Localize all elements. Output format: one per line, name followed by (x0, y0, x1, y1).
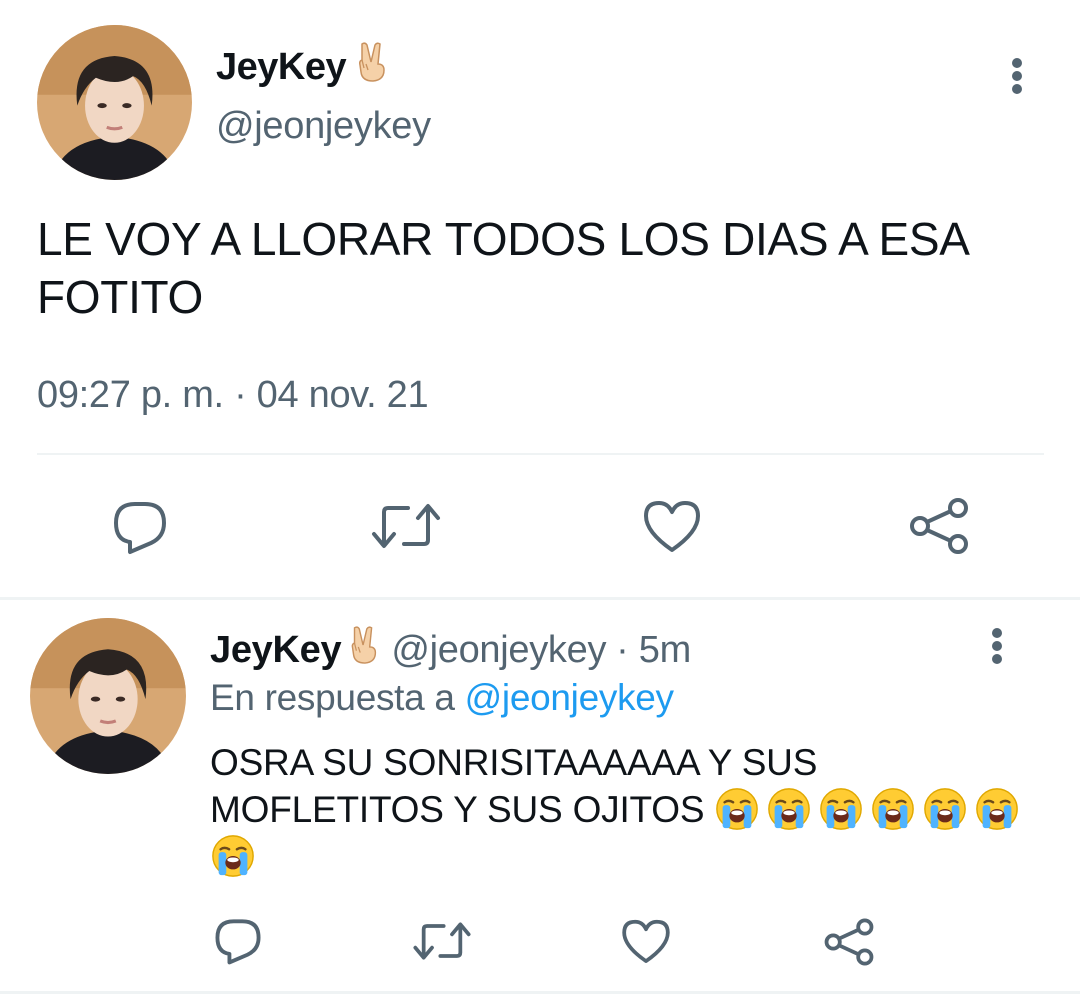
share-icon (910, 498, 968, 554)
reply-icon (114, 502, 166, 554)
profile-photo (37, 25, 192, 180)
avatar[interactable] (37, 25, 192, 180)
retweet-button[interactable] (370, 500, 442, 552)
loudly-crying-face-icon (818, 786, 864, 832)
display-name-text[interactable]: JeyKey (210, 629, 342, 672)
divider (0, 991, 1080, 994)
divider (37, 453, 1044, 455)
avatar[interactable] (30, 618, 186, 774)
more-options-icon[interactable] (1005, 58, 1029, 94)
display-name[interactable]: JeyKey (216, 40, 392, 94)
share-button[interactable] (908, 496, 970, 556)
retweet-icon (413, 922, 471, 960)
heart-icon (622, 919, 670, 964)
reply-button[interactable] (212, 916, 264, 966)
retweet-button[interactable] (412, 918, 472, 964)
loudly-crying-face-icon (714, 786, 760, 832)
tweet-text: LE VOY A LLORAR TODOS LOS DIAS A ESA FOT… (37, 213, 968, 323)
like-button[interactable] (640, 497, 704, 555)
tweet-age: · 5m (616, 628, 691, 671)
user-handle[interactable]: @jeonjeykey (216, 105, 431, 148)
share-button[interactable] (823, 916, 875, 968)
mention-link[interactable]: @jeonjeykey (465, 677, 674, 718)
reply-button[interactable] (108, 498, 172, 556)
divider (0, 597, 1080, 600)
loudly-crying-face-icon (210, 833, 256, 879)
reply-header: JeyKey @jeonjeykey · 5m (210, 624, 691, 676)
victory-hand-icon (345, 624, 383, 676)
loudly-crying-face-icon (870, 786, 916, 832)
victory-hand-icon (352, 40, 392, 94)
display-name-text: JeyKey (216, 45, 347, 88)
like-button[interactable] (620, 916, 672, 966)
more-options-icon[interactable] (985, 628, 1009, 664)
profile-photo (30, 618, 186, 774)
reply-icon (215, 919, 261, 965)
retweet-icon (372, 504, 440, 548)
heart-icon (644, 501, 700, 552)
replying-to: En respuesta a @jeonjeykey (210, 677, 674, 719)
loudly-crying-face-icon (974, 786, 1020, 832)
reply-text: OSRA SU SONRISITAAAAAA Y SUS MOFLETITOS … (210, 740, 1030, 880)
replying-prefix: En respuesta a (210, 677, 455, 718)
user-handle[interactable]: @jeonjeykey (391, 629, 606, 672)
share-icon (824, 918, 874, 966)
loudly-crying-face-icon (766, 786, 812, 832)
tweet-timestamp[interactable]: 09:27 p. m. · 04 nov. 21 (37, 374, 429, 417)
loudly-crying-face-icon (922, 786, 968, 832)
